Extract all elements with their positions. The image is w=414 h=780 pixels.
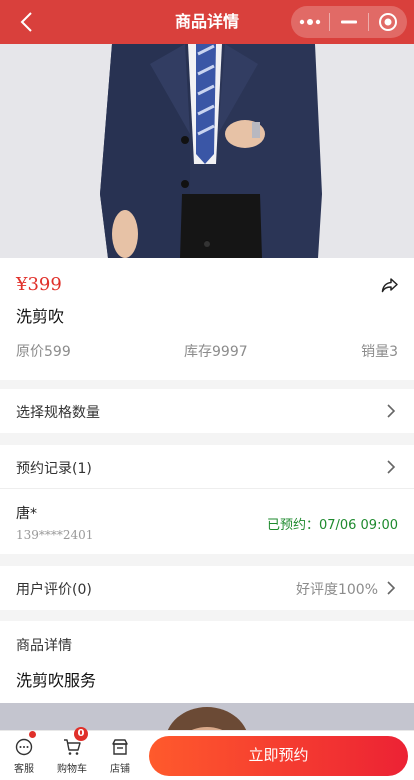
product-photo-illustration [0, 44, 414, 258]
shop-label: 店铺 [110, 764, 130, 775]
minimize-button[interactable] [330, 6, 368, 38]
minimize-icon [341, 20, 357, 24]
close-miniprogram-button[interactable] [369, 6, 407, 38]
share-icon [381, 278, 398, 293]
product-name: 洗剪吹 [16, 307, 65, 326]
booking-records-row[interactable]: 预约记录(1) [0, 445, 414, 489]
product-detail-section: 商品详情 洗剪吹服务 [0, 621, 414, 703]
booking-customer-phone: 139****2401 [16, 528, 94, 542]
chat-icon [15, 738, 33, 756]
chevron-right-icon [387, 404, 396, 418]
nav-header: 商品详情 [0, 0, 414, 44]
user-reviews-label: 用户评价(0) [16, 582, 92, 598]
customer-service-tab[interactable]: 客服 [2, 737, 46, 777]
book-now-button[interactable]: 立即预约 [149, 736, 408, 776]
notification-dot [29, 731, 36, 738]
shop-icon [112, 739, 128, 755]
cart-tab[interactable]: 购物车 [50, 737, 94, 777]
chevron-right-icon [387, 460, 396, 474]
target-icon [379, 13, 397, 31]
product-image[interactable] [0, 44, 414, 258]
back-button[interactable] [12, 9, 42, 35]
detail-section-title: 商品详情 [16, 638, 72, 654]
booking-record-item: 唐* 139****2401 已预约：07/06 09:00 [0, 489, 414, 554]
product-info-card: ¥399 洗剪吹 原价599 库存9997 销量3 [0, 258, 414, 380]
cart-count-badge: 0 [74, 727, 88, 741]
stock-count: 库存9997 [184, 344, 248, 360]
shop-tab[interactable]: 店铺 [98, 737, 142, 777]
original-price: 原价599 [16, 344, 71, 360]
more-button[interactable] [291, 6, 329, 38]
select-spec-label: 选择规格数量 [16, 405, 100, 421]
sales-count: 销量3 [361, 344, 398, 360]
customer-service-label: 客服 [14, 764, 34, 775]
more-dots-icon [299, 19, 321, 25]
detail-description: 洗剪吹服务 [16, 671, 97, 690]
back-arrow-icon [20, 12, 32, 32]
chevron-right-icon [387, 581, 396, 595]
positive-rating: 好评度100% [295, 582, 378, 598]
booking-customer-name: 唐* [16, 506, 37, 522]
booking-records-label: 预约记录(1) [16, 461, 92, 477]
miniprogram-capsule [291, 6, 407, 38]
share-button[interactable] [380, 275, 400, 295]
select-spec-row[interactable]: 选择规格数量 [0, 389, 414, 433]
cart-label: 购物车 [57, 764, 87, 775]
user-reviews-row[interactable]: 用户评价(0) 好评度100% [0, 566, 414, 610]
product-price: ¥399 [16, 274, 62, 295]
booking-status: 已预约：07/06 09:00 [266, 518, 398, 533]
bottom-action-bar: 客服 购物车 0 店铺 立即预约 [0, 727, 414, 780]
